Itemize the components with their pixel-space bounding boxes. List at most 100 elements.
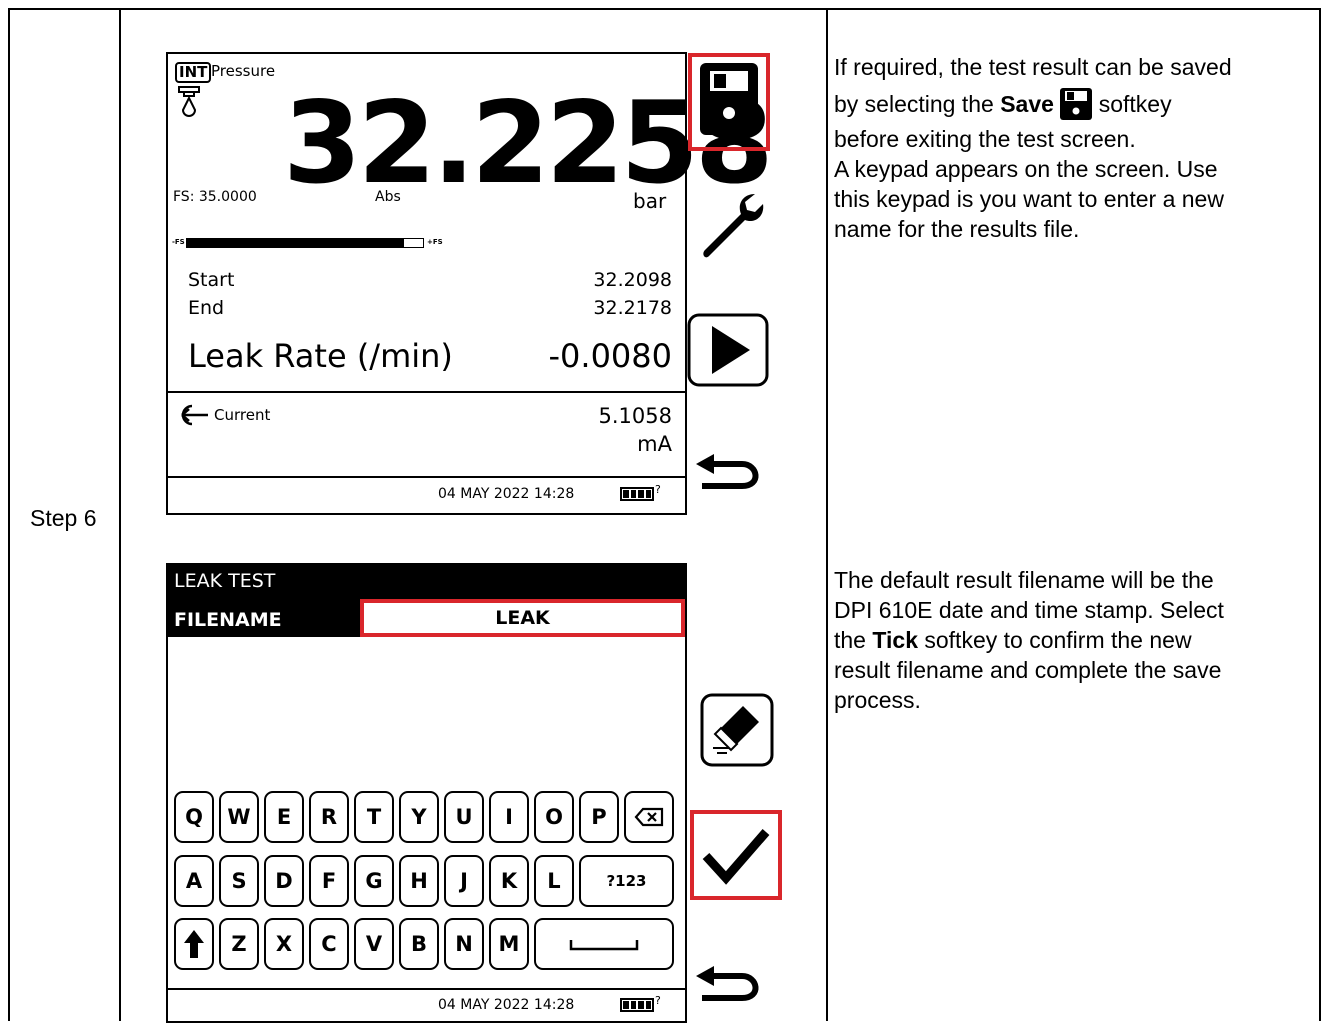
- key-q[interactable]: Q: [174, 791, 214, 843]
- unit-label: bar: [633, 189, 667, 213]
- text-line-tick: the Tick softkey to confirm the new: [834, 625, 1314, 655]
- start-value: 32.2098: [593, 269, 672, 291]
- numeric-mode-key[interactable]: ?123: [579, 855, 674, 907]
- key-g[interactable]: G: [354, 855, 394, 907]
- save-inline-icon: [1060, 88, 1093, 120]
- table-top-border: [8, 8, 1321, 10]
- text-line: this keypad is you want to enter a new: [834, 186, 1224, 212]
- full-scale-label: FS: 35.0000: [173, 189, 257, 205]
- text-line: process.: [834, 687, 921, 713]
- key-t[interactable]: T: [354, 791, 394, 843]
- key-c[interactable]: C: [309, 918, 349, 970]
- key-m[interactable]: M: [489, 918, 529, 970]
- key-r[interactable]: R: [309, 791, 349, 843]
- key-p[interactable]: P: [579, 791, 619, 843]
- leak-test-screen: INT Pressure 32.2258 FS: 35.0000 Abs bar…: [166, 52, 774, 515]
- text-line: DPI 610E date and time stamp. Select: [834, 597, 1224, 623]
- text-line: If required, the test result can be save…: [834, 54, 1232, 80]
- end-value: 32.2178: [593, 297, 672, 319]
- status-bar-divider: [168, 988, 685, 990]
- key-n[interactable]: N: [444, 918, 484, 970]
- key-z[interactable]: Z: [219, 918, 259, 970]
- key-f[interactable]: F: [309, 855, 349, 907]
- filename-value: LEAK: [495, 607, 550, 629]
- back-arrow-icon[interactable]: [694, 452, 768, 498]
- tick-softkey[interactable]: [700, 820, 772, 890]
- key-j[interactable]: J: [444, 855, 484, 907]
- save-word: Save: [1000, 91, 1054, 117]
- text-line-save: by selecting the Save softkey: [834, 84, 1314, 124]
- key-i[interactable]: I: [489, 791, 529, 843]
- text-fragment: the: [834, 627, 873, 653]
- text-fragment: softkey to confirm the new: [917, 627, 1192, 653]
- space-key[interactable]: [534, 918, 674, 970]
- instruction-save: If required, the test result can be save…: [834, 52, 1314, 244]
- step-label: Step 6: [30, 505, 97, 531]
- instruction-tick: The default result filename will be the …: [834, 565, 1314, 715]
- shift-key[interactable]: [174, 918, 214, 970]
- text-line: before exiting the test screen.: [834, 126, 1136, 152]
- save-softkey[interactable]: [700, 63, 758, 135]
- range-bar-fill: [187, 239, 405, 247]
- text-fragment: by selecting the: [834, 91, 1001, 117]
- text-fragment: softkey: [1092, 91, 1172, 117]
- eraser-softkey[interactable]: [699, 692, 775, 768]
- key-x[interactable]: X: [264, 918, 304, 970]
- screen-title: LEAK TEST: [174, 570, 276, 592]
- status-datetime: 04 MAY 2022 14:28: [438, 486, 575, 502]
- status-bar-divider: [168, 476, 685, 478]
- text-line: A keypad appears on the screen. Use: [834, 156, 1218, 182]
- key-s[interactable]: S: [219, 855, 259, 907]
- battery-icon: [620, 998, 654, 1012]
- leak-rate-label: Leak Rate (/min): [188, 337, 453, 375]
- channel-divider: [168, 391, 685, 393]
- key-k[interactable]: K: [489, 855, 529, 907]
- bar-max-label: +FS: [427, 238, 443, 246]
- table-left-border: [8, 8, 10, 1021]
- key-b[interactable]: B: [399, 918, 439, 970]
- shift-icon: [184, 930, 204, 958]
- filename-field[interactable]: LEAK: [360, 599, 685, 637]
- table-column-divider: [119, 8, 121, 1021]
- pressure-sensor-icon: [178, 86, 200, 117]
- battery-icon: [620, 487, 654, 501]
- input-arrow-icon: [181, 404, 208, 426]
- status-datetime: 04 MAY 2022 14:28: [438, 997, 575, 1013]
- bar-min-label: -FS: [172, 238, 185, 246]
- key-u[interactable]: U: [444, 791, 484, 843]
- current-value: 5.1058: [598, 404, 672, 428]
- tick-word: Tick: [872, 627, 918, 653]
- key-d[interactable]: D: [264, 855, 304, 907]
- key-e[interactable]: E: [264, 791, 304, 843]
- key-w[interactable]: W: [219, 791, 259, 843]
- range-bar: [186, 238, 424, 248]
- backspace-icon: [634, 807, 664, 827]
- filename-label: FILENAME: [174, 609, 282, 631]
- key-o[interactable]: O: [534, 791, 574, 843]
- leak-rate-value: -0.0080: [548, 337, 672, 375]
- text-line: The default result filename will be the: [834, 567, 1214, 593]
- battery-tip: ?: [655, 483, 661, 496]
- back-arrow-icon[interactable]: [694, 964, 768, 1010]
- end-label: End: [188, 297, 225, 319]
- key-l[interactable]: L: [534, 855, 574, 907]
- key-h[interactable]: H: [399, 855, 439, 907]
- filename-screen: LEAK TEST FILENAME LEAK QWERTYUIOP ASDFGH…: [166, 563, 687, 1023]
- key-y[interactable]: Y: [399, 791, 439, 843]
- function-label: Pressure: [211, 62, 276, 80]
- backspace-key[interactable]: [624, 791, 674, 843]
- space-bar-icon: [569, 940, 639, 951]
- wrench-icon[interactable]: [697, 190, 767, 262]
- text-line: name for the results file.: [834, 216, 1080, 242]
- start-label: Start: [188, 269, 235, 291]
- text-line: result filename and complete the save: [834, 657, 1222, 683]
- current-label: Current: [214, 406, 271, 424]
- battery-tip: ?: [655, 994, 661, 1007]
- keypad: Q W E R T Y U I O P A S D F G H J K L ?123 Z X C V B N M: [168, 791, 685, 991]
- int-badge: INT: [175, 62, 212, 83]
- key-v[interactable]: V: [354, 918, 394, 970]
- abs-label: Abs: [375, 189, 401, 205]
- key-a[interactable]: A: [174, 855, 214, 907]
- current-unit: mA: [637, 432, 672, 456]
- play-softkey[interactable]: [686, 312, 770, 388]
